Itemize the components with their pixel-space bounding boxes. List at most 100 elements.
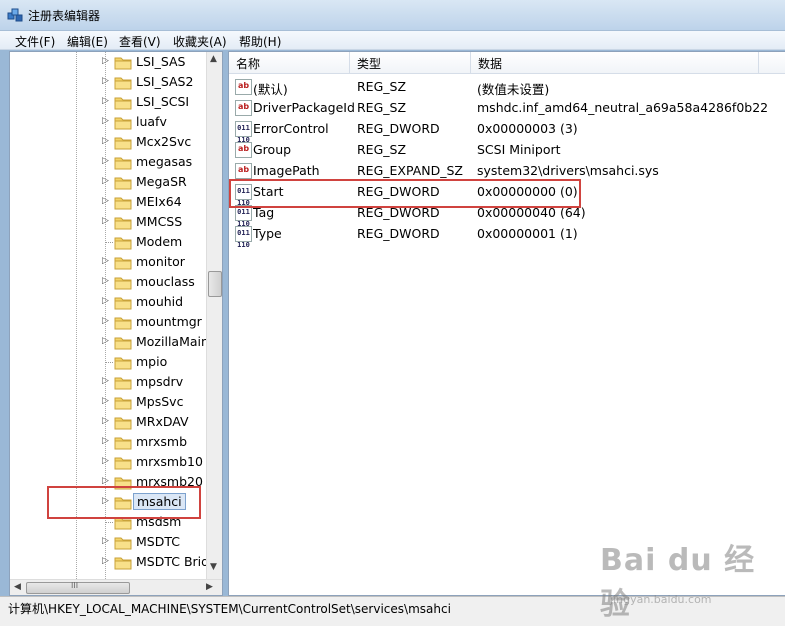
expand-arrow-icon[interactable]: ▷ — [102, 216, 109, 226]
tree-item[interactable]: Modem — [10, 232, 210, 252]
expand-arrow-icon[interactable]: ▷ — [102, 396, 109, 406]
expand-arrow-icon[interactable]: ▷ — [102, 176, 109, 186]
tree-item[interactable]: ▷ mouhid — [10, 292, 210, 312]
grip-icon: III — [71, 581, 79, 590]
folder-icon — [114, 57, 132, 70]
tree-item[interactable]: ▷ MMCSS — [10, 212, 210, 232]
tree-item[interactable]: ▷ MEIx64 — [10, 192, 210, 212]
tree-item[interactable]: ▷ megasas — [10, 152, 210, 172]
expand-arrow-icon[interactable]: ▷ — [102, 336, 109, 346]
value-data: 0x00000001 (1) — [477, 226, 578, 241]
folder-icon — [114, 217, 132, 230]
tree-item[interactable]: ▷ luafv — [10, 112, 210, 132]
column-divider[interactable] — [758, 52, 759, 73]
tree-item[interactable]: ▷ MSDTC Brid — [10, 552, 210, 572]
expand-arrow-icon[interactable]: ▷ — [102, 376, 109, 386]
expand-arrow-icon[interactable]: ▷ — [102, 536, 109, 546]
expand-arrow-icon[interactable]: ▷ — [102, 196, 109, 206]
menu-favorites[interactable]: 收藏夹(A) — [170, 33, 230, 50]
tree-item-label: MpsSvc — [136, 394, 184, 409]
expand-arrow-icon[interactable]: ▷ — [102, 476, 109, 486]
list-header: 名称 类型 数据 — [229, 52, 785, 74]
string-value-icon: ab — [235, 100, 252, 116]
expand-arrow-icon[interactable]: ▷ — [102, 276, 109, 286]
menu-help[interactable]: 帮助(H) — [236, 33, 284, 50]
expand-arrow-icon[interactable]: ▷ — [102, 456, 109, 466]
scroll-down-arrow-icon[interactable]: ▼ — [210, 562, 217, 572]
expand-arrow-icon[interactable]: ▷ — [102, 136, 109, 146]
tree-item[interactable]: ▷ mpsdrv — [10, 372, 210, 392]
value-name: ErrorControl — [253, 121, 329, 136]
value-row[interactable]: ab Group REG_SZ SCSI Miniport — [229, 139, 785, 160]
tree-connector — [105, 242, 113, 243]
value-type: REG_SZ — [357, 79, 407, 94]
expand-arrow-icon[interactable]: ▷ — [102, 56, 109, 66]
tree-item[interactable]: mpio — [10, 352, 210, 372]
watermark-url: jingyan.baidu.com — [610, 593, 712, 606]
tree-item[interactable]: ▷ mouclass — [10, 272, 210, 292]
tree-item-label: mpsdrv — [136, 374, 184, 389]
scroll-right-arrow-icon[interactable]: ▶ — [206, 582, 213, 592]
tree-item[interactable]: ▷ MozillaMain — [10, 332, 210, 352]
tree-item[interactable]: ▷ LSI_SCSI — [10, 92, 210, 112]
tree-item-label: mrxsmb10 — [136, 454, 203, 469]
tree-item[interactable]: ▷ mountmgr — [10, 312, 210, 332]
value-name: DriverPackageId — [253, 100, 355, 115]
tree-item-label: Modem — [136, 234, 183, 249]
string-value-icon: ab — [235, 79, 252, 95]
folder-icon — [114, 437, 132, 450]
tree-vertical-scrollbar[interactable]: ▲ ▼ — [206, 52, 222, 579]
expand-arrow-icon[interactable]: ▷ — [102, 316, 109, 326]
tree-item-label: MMCSS — [136, 214, 183, 229]
folder-icon — [114, 197, 132, 210]
scroll-thumb[interactable] — [208, 271, 222, 297]
expand-arrow-icon[interactable]: ▷ — [102, 296, 109, 306]
scroll-left-arrow-icon[interactable]: ◀ — [14, 582, 21, 592]
title-bar: 注册表编辑器 — [0, 0, 785, 31]
baidu-watermark: Bai du 经验 jingyan.baidu.com — [600, 535, 785, 623]
regedit-icon — [7, 8, 23, 22]
scroll-up-arrow-icon[interactable]: ▲ — [210, 54, 217, 64]
tree-item[interactable]: ▷ LSI_SAS — [10, 52, 210, 72]
menu-edit[interactable]: 编辑(E) — [64, 33, 111, 50]
tree-item[interactable]: ▷ MpsSvc — [10, 392, 210, 412]
dword-value-icon: 011 110 — [235, 226, 252, 249]
column-divider[interactable] — [349, 52, 350, 73]
value-row[interactable]: ab (默认) REG_SZ (数值未设置) — [229, 76, 785, 97]
tree-item-label: LSI_SAS2 — [136, 74, 194, 89]
value-row[interactable]: 011 110 Type REG_DWORD 0x00000001 (1) — [229, 223, 785, 249]
tree-item[interactable]: ▷ mrxsmb — [10, 432, 210, 452]
value-name: Group — [253, 142, 292, 157]
column-header-name[interactable]: 名称 — [236, 55, 260, 72]
expand-arrow-icon[interactable]: ▷ — [102, 256, 109, 266]
tree-connector — [105, 362, 113, 363]
expand-arrow-icon[interactable]: ▷ — [102, 556, 109, 566]
value-row[interactable]: 011 110 ErrorControl REG_DWORD 0x00000003 (… — [229, 118, 785, 144]
expand-arrow-icon[interactable]: ▷ — [102, 416, 109, 426]
values-pane[interactable]: 名称 类型 数据 ab (默认) REG_SZ (数值未设置) ab DriverPack… — [228, 51, 785, 596]
value-row[interactable]: ab ImagePath REG_EXPAND_SZ system32\drivers… — [229, 160, 785, 181]
expand-arrow-icon[interactable]: ▷ — [102, 156, 109, 166]
tree-item[interactable]: ▷ MRxDAV — [10, 412, 210, 432]
tree-item[interactable]: ▷ Mcx2Svc — [10, 132, 210, 152]
column-header-type[interactable]: 类型 — [357, 55, 381, 72]
column-header-data[interactable]: 数据 — [478, 55, 502, 72]
h-scroll-thumb[interactable]: III — [26, 581, 130, 594]
expand-arrow-icon[interactable]: ▷ — [102, 76, 109, 86]
tree-item-label: LSI_SCSI — [136, 94, 190, 109]
expand-arrow-icon[interactable]: ▷ — [102, 96, 109, 106]
tree-item[interactable]: ▷ mrxsmb10 — [10, 452, 210, 472]
tree-item[interactable]: ▷ LSI_SAS2 — [10, 72, 210, 92]
column-divider[interactable] — [470, 52, 471, 73]
expand-arrow-icon[interactable]: ▷ — [102, 436, 109, 446]
tree-item[interactable]: ▷ monitor — [10, 252, 210, 272]
menu-file[interactable]: 文件(F) — [12, 33, 58, 50]
tree-item[interactable]: ▷ MegaSR — [10, 172, 210, 192]
folder-icon — [114, 537, 132, 550]
tree-item[interactable]: ▷ MSDTC — [10, 532, 210, 552]
expand-arrow-icon[interactable]: ▷ — [102, 116, 109, 126]
menu-view[interactable]: 查看(V) — [116, 33, 164, 50]
tree-horizontal-scrollbar[interactable]: ◀ III ▶ — [10, 579, 222, 595]
value-name: ImagePath — [253, 163, 320, 178]
value-row[interactable]: ab DriverPackageId REG_SZ mshdc.inf_amd64_n… — [229, 97, 785, 118]
